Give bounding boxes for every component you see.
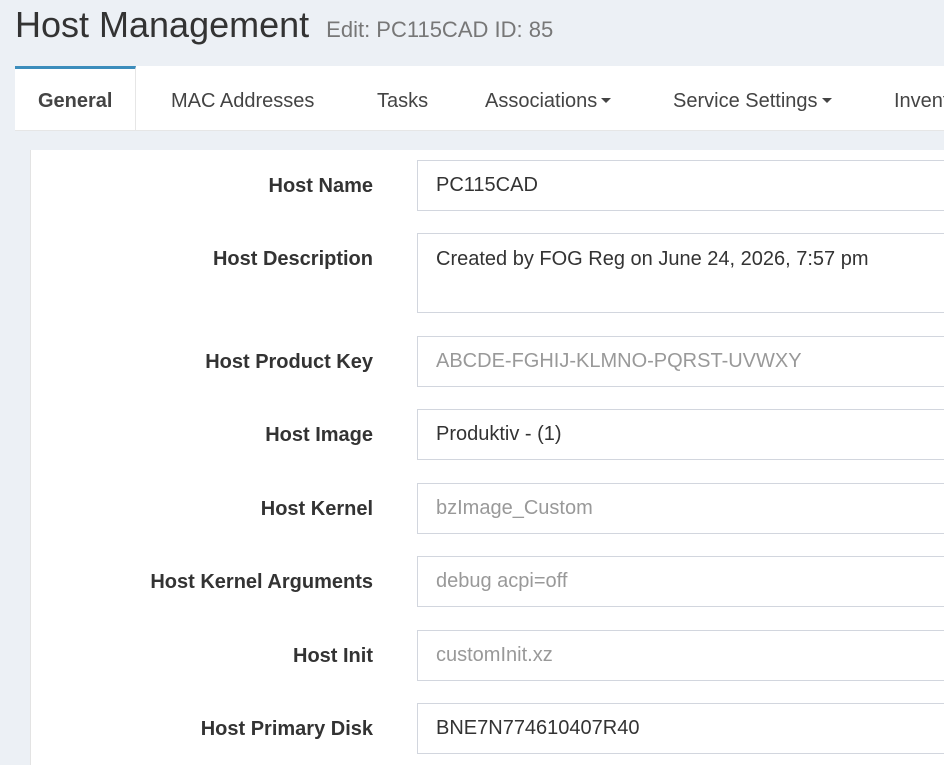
tab-general[interactable]: General — [15, 66, 137, 130]
host-primary-disk-label: Host Primary Disk — [200, 718, 373, 740]
tab-mac-addresses-label: MAC Addresses — [171, 90, 315, 112]
tab-associations-label: Associations — [485, 90, 598, 112]
host-product-key-label: Host Product Key — [205, 351, 373, 373]
caret-down-icon — [821, 98, 832, 104]
host-edit-form: Host Name Host Description Created by FO… — [30, 150, 944, 765]
host-description-label: Host Description — [212, 248, 373, 270]
tab-tasks-label: Tasks — [377, 90, 429, 112]
tab-inventory-label: Inventory — [894, 90, 944, 112]
page-subtitle: Edit: PC115CAD ID: 85 — [326, 17, 554, 42]
host-product-key-input[interactable] — [417, 336, 944, 387]
tab-mac-addresses[interactable]: MAC Addresses — [171, 66, 314, 130]
host-image-label: Host Image — [265, 424, 373, 446]
host-kernel-label: Host Kernel — [260, 498, 373, 520]
tab-associations[interactable]: Associations — [485, 66, 612, 130]
tab-service-settings-label: Service Settings — [673, 90, 818, 112]
host-name-input[interactable] — [417, 160, 944, 211]
host-init-label: Host Init — [293, 645, 373, 667]
host-kernel-input[interactable] — [417, 483, 944, 534]
host-kernel-arguments-input[interactable] — [417, 556, 944, 607]
host-primary-disk-input[interactable] — [417, 703, 944, 754]
caret-down-icon — [601, 98, 612, 104]
tab-tasks[interactable]: Tasks — [377, 66, 428, 130]
page-title: Host Management — [15, 4, 310, 45]
tab-bar: General MAC Addresses Tasks Associations… — [15, 66, 944, 131]
host-name-label: Host Name — [268, 175, 373, 197]
host-description-textarea[interactable]: Created by FOG Reg on June 24, 2026, 7:5… — [417, 233, 944, 313]
tab-service-settings[interactable]: Service Settings — [673, 66, 832, 130]
tab-general-label: General — [38, 90, 113, 112]
tab-inventory[interactable]: Inventory — [894, 66, 944, 130]
host-image-select[interactable] — [417, 409, 944, 460]
host-init-input[interactable] — [417, 630, 944, 681]
host-kernel-arguments-label: Host Kernel Arguments — [150, 571, 373, 593]
page-header: Host Management Edit: PC115CAD ID: 85 — [15, 0, 944, 66]
